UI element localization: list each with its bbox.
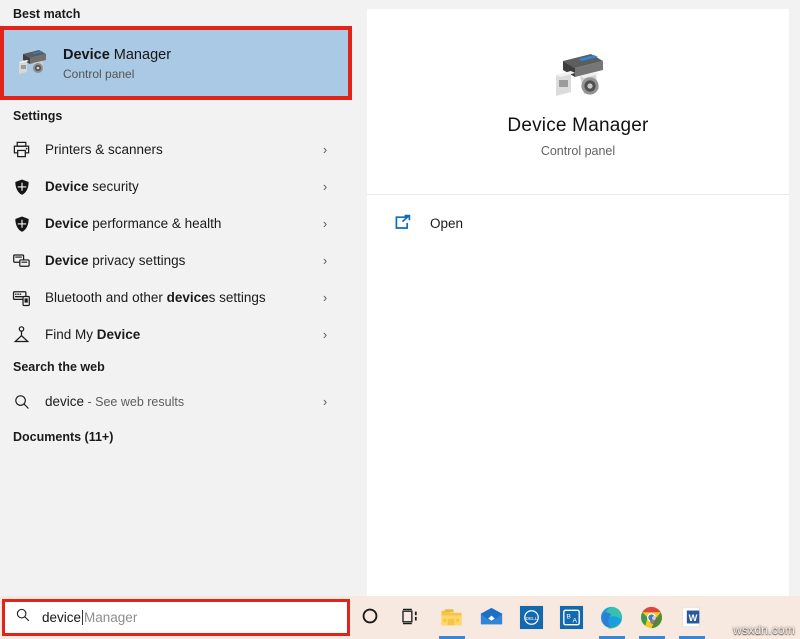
word-icon: W — [679, 605, 705, 631]
best-match-title: Device Manager — [63, 46, 171, 64]
best-match-title-bold: Device — [63, 46, 110, 63]
task-view-icon — [399, 605, 425, 631]
sidebar-item-device-security[interactable]: Device security › — [0, 168, 340, 205]
web-results-list: device - See web results › — [0, 383, 340, 420]
web-result-suffix: - See web results — [84, 395, 185, 409]
svg-text:W: W — [689, 612, 698, 622]
file-explorer-icon — [439, 605, 465, 631]
preview-card: Device Manager Control panel Open — [367, 9, 789, 596]
privacy-devices-icon — [11, 250, 32, 271]
best-match-result-device-manager[interactable]: Device Manager Control panel — [4, 30, 348, 96]
settings-results-list: Printers & scanners › Device security › — [0, 131, 340, 353]
chrome-button[interactable] — [632, 596, 672, 639]
svg-text:A: A — [573, 617, 578, 624]
shield-icon — [11, 213, 32, 234]
svg-text:DELL: DELL — [526, 615, 538, 621]
search-icon — [15, 607, 31, 628]
svg-text:B: B — [566, 613, 571, 620]
web-result-query: device — [45, 394, 85, 409]
dell-button[interactable]: DELL — [512, 596, 552, 639]
taskbar-search-box[interactable]: device Manager — [0, 596, 352, 639]
web-result-label: device - See web results — [45, 394, 319, 409]
sidebar-item-label: Device privacy settings — [45, 253, 186, 268]
word-button[interactable]: W — [672, 596, 712, 639]
text-caret — [82, 610, 84, 625]
chevron-right-icon: › — [322, 253, 328, 268]
chevron-right-icon: › — [322, 394, 328, 409]
dell-support-icon: B A — [559, 605, 585, 631]
search-the-web-header: Search the web — [13, 360, 105, 374]
dell-icon: DELL — [519, 605, 545, 631]
cortana-button[interactable] — [352, 596, 392, 639]
sidebar-item-label: Bluetooth and other devices settings — [45, 290, 266, 305]
search-input[interactable]: device Manager — [42, 610, 137, 625]
best-match-annotation-box: Device Manager Control panel — [0, 26, 352, 100]
web-result-device[interactable]: device - See web results › — [0, 383, 340, 420]
search-icon — [11, 391, 32, 412]
sidebar-item-bluetooth-other-devices[interactable]: Bluetooth and other devices settings › — [0, 279, 340, 316]
open-action-label: Open — [430, 215, 464, 231]
settings-section-header: Settings — [13, 109, 63, 123]
taskbar: device Manager DELL B A W wsxdn.com — [0, 596, 800, 639]
chevron-right-icon: › — [322, 142, 328, 157]
best-match-title-rest: Manager — [109, 46, 172, 63]
best-match-subtitle: Control panel — [63, 66, 135, 81]
open-action-button[interactable]: Open — [393, 209, 789, 237]
shield-icon — [11, 176, 32, 197]
mail-button[interactable] — [472, 596, 512, 639]
sidebar-item-device-privacy-settings[interactable]: Device privacy settings › — [0, 242, 340, 279]
watermark: wsxdn.com — [733, 623, 795, 637]
search-autocomplete-suggestion: Manager — [84, 610, 138, 625]
preview-actions-list: Open — [367, 195, 789, 237]
search-box-annotation-box[interactable]: device Manager — [2, 599, 350, 636]
cortana-circle-icon — [359, 605, 385, 631]
edge-icon — [599, 605, 625, 631]
edge-button[interactable] — [592, 596, 632, 639]
mail-envelope-icon — [479, 605, 505, 631]
chrome-icon — [639, 605, 665, 631]
best-match-text-block: Device Manager Control panel — [63, 46, 171, 81]
sidebar-item-label: Device security — [45, 179, 139, 194]
bluetooth-devices-icon — [11, 287, 32, 308]
preview-hero: Device Manager Control panel — [367, 9, 789, 195]
best-match-header: Best match — [13, 7, 81, 21]
preview-pane: Device Manager Control panel Open — [358, 0, 800, 596]
sidebar-item-find-my-device[interactable]: Find My Device › — [0, 316, 340, 353]
open-external-icon — [393, 213, 413, 233]
device-manager-icon — [13, 44, 51, 82]
printer-icon — [11, 139, 32, 160]
documents-section-header: Documents (11+) — [13, 430, 114, 444]
chevron-right-icon: › — [322, 327, 328, 342]
sidebar-item-printers-scanners[interactable]: Printers & scanners › — [0, 131, 340, 168]
file-explorer-button[interactable] — [432, 596, 472, 639]
task-view-button[interactable] — [392, 596, 432, 639]
dell-support-button[interactable]: B A — [552, 596, 592, 639]
preview-title: Device Manager — [507, 115, 649, 136]
device-manager-icon — [547, 45, 609, 103]
find-my-device-icon — [11, 324, 32, 345]
chevron-right-icon: › — [322, 179, 328, 194]
chevron-right-icon: › — [322, 290, 328, 305]
sidebar-item-label: Find My Device — [45, 327, 141, 342]
preview-subtitle: Control panel — [540, 144, 616, 158]
windows-search-screen: Best match Device Manager Control panel … — [0, 0, 800, 639]
search-typed-value: device — [42, 610, 82, 625]
sidebar-item-device-performance-health[interactable]: Device performance & health › — [0, 205, 340, 242]
sidebar-item-label: Printers & scanners — [45, 142, 163, 157]
search-results-pane: Best match Device Manager Control panel … — [0, 0, 358, 596]
sidebar-item-label: Device performance & health — [45, 216, 222, 231]
chevron-right-icon: › — [322, 216, 328, 231]
